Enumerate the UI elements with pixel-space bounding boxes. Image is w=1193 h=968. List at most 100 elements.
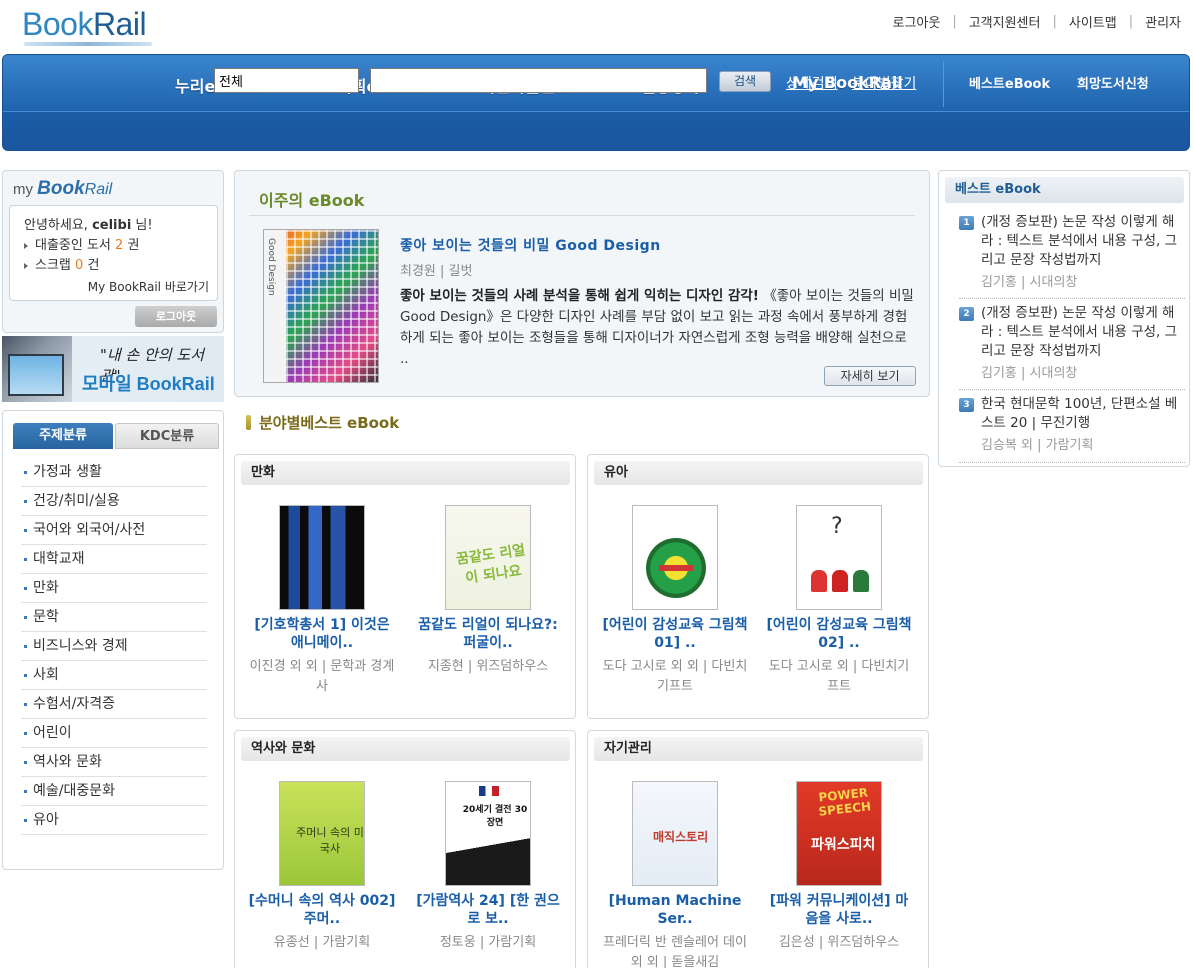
my-bookrail-title: my BookRail [13,178,112,200]
book-cover[interactable]: POWER SPEECH 파워스피치 [796,781,882,886]
book-author: 정토웅 | 가람기획 [439,935,537,950]
category-item[interactable]: 수험서/자격증 [21,690,207,719]
admin-link[interactable]: 관리자 [1145,12,1181,31]
loan-count: 2 [115,238,124,253]
tab-kdc[interactable]: KDC분류 [115,423,219,449]
field-box-title: 유아 [594,461,923,485]
scrap-count: 0 [75,258,84,273]
book-card[interactable]: 매직스토리 [Human Machine Ser.. 프레더릭 반 렌슬레어 데… [600,781,750,968]
book-cover[interactable]: 꿈같도 리얼이 되나요 [445,505,531,610]
book-title[interactable]: [Human Machine Ser.. [600,892,750,928]
gnb-search-row [3,111,1189,150]
category-tabs: 주제분류 KDC분류 [13,423,223,449]
category-item[interactable]: 문학 [21,603,207,632]
support-center-link[interactable]: 고객지원센터 [969,12,1041,31]
weekly-ebook-title: 이주의 eBook [259,191,365,210]
best-ebook-item[interactable]: 3 한국 현대문학 100년, 단편소설 베스트 20 | 무진기행 김승복 외… [959,395,1185,463]
my-bookrail-box: 안녕하세요, celibi 님! 대출중인 도서 2 권 스크랩 0 건 My … [9,205,218,301]
book-title[interactable]: [파워 커뮤니케이션] 마음을 사로.. [764,892,914,928]
field-box-title: 자기관리 [594,737,923,761]
best-ebook-item-author: 김기홍 | 시대의창 [981,275,1078,290]
book-cover[interactable] [632,505,718,610]
book-card[interactable]: [어린이 감성교육 그림책 01] .. 도다 고시로 외 외 | 다빈치기프트 [600,505,750,697]
rank-badge: 2 [959,307,974,321]
cover-text: 주머니 속의 미국사 [296,826,364,855]
search-scope-value: 전체 [219,75,243,90]
sitemap-link[interactable]: 사이트맵 [1069,12,1117,31]
advanced-search-link[interactable]: 상세검색 [786,73,838,93]
book-card[interactable]: POWER SPEECH 파워스피치 [파워 커뮤니케이션] 마음을 사로.. 김… [764,781,914,953]
category-item[interactable]: 대학교재 [21,545,207,574]
category-item[interactable]: 가정과 생활 [21,458,207,487]
logout-button[interactable]: 로그아웃 [135,306,217,327]
book-title[interactable]: [수머니 속의 역사 002] 주머.. [247,892,397,928]
tab-subject[interactable]: 주제분류 [13,423,113,449]
book-author: 이진경 외 외 | 문학과 경계사 [249,659,395,694]
best-ebook-title: 베스트 eBook [945,177,1184,203]
search-input[interactable] [370,68,707,93]
best-ebook-item-title[interactable]: (개정 증보판) 논문 작성 이렇게 해라 : 텍스트 분석에서 내용 구성, … [981,304,1185,361]
featured-book-cover[interactable]: Good Design [263,229,379,383]
logo-rail: Rail [92,6,147,42]
book-card[interactable]: 20세기 결전 30장면 [가람역사 24] [한 권으로 보.. 정토웅 | … [413,781,563,953]
logo-underline [24,42,152,46]
book-cover[interactable] [279,505,365,610]
field-box-title: 역사와 문화 [241,737,570,761]
book-cover[interactable]: ? [796,505,882,610]
scrap-status[interactable]: 스크랩 0 건 [24,254,99,273]
book-author: 도다 고시로 외 외 | 다빈치기프트 [602,659,748,694]
category-item[interactable]: 건강/취미/실용 [21,487,207,516]
cover-figure [853,570,869,592]
field-search-link[interactable]: 분야별찾기 [852,73,916,93]
divider [249,215,915,216]
category-item[interactable]: 비즈니스와 경제 [21,632,207,661]
search-button[interactable]: 검색 [719,71,771,92]
category-item[interactable]: 역사와 문화 [21,748,207,777]
featured-book-title[interactable]: 좋아 보이는 것들의 비밀 Good Design [400,235,661,255]
book-title[interactable]: [기호학총서 1] 이것은 애니메이.. [247,616,397,652]
cover-text: 20세기 결전 30장면 [462,805,528,828]
book-cover[interactable]: 주머니 속의 미국사 [279,781,365,886]
best-ebook-item[interactable]: 1 (개정 증보판) 논문 작성 이렇게 해라 : 텍스트 분석에서 내용 구성… [959,213,1185,299]
loan-status[interactable]: 대출중인 도서 2 권 [24,234,139,253]
cover-text: 파워스피치 [811,837,876,853]
util-separator: | [952,14,957,29]
book-card[interactable]: ? [어린이 감성교육 그림책 02] .. 도다 고시로 외 | 다빈치기프트 [764,505,914,697]
category-item[interactable]: 사회 [21,661,207,690]
best-ebook-item-title[interactable]: (개정 증보판) 논문 작성 이렇게 해라 : 텍스트 분석에서 내용 구성, … [981,213,1185,270]
best-ebook-panel: 베스트 eBook 1 (개정 증보판) 논문 작성 이렇게 해라 : 텍스트 … [938,170,1190,467]
book-title[interactable]: [가람역사 24] [한 권으로 보.. [413,892,563,928]
my-bookrail-panel: my BookRail 안녕하세요, celibi 님! 대출중인 도서 2 권… [2,170,224,333]
nav-wish-book[interactable]: 희망도서신청 [1077,73,1149,92]
logout-link[interactable]: 로그아웃 [892,12,940,31]
nav-best-ebook[interactable]: 베스트eBook [969,73,1050,92]
book-title[interactable]: 꿈같도 리얼이 되나요?: 퍼굴이.. [413,616,563,652]
book-card[interactable]: 주머니 속의 미국사 [수머니 속의 역사 002] 주머.. 유종선 | 가람… [247,781,397,953]
featured-book-author: 최경원 | 길벗 [400,264,473,279]
greeting-suffix: 님! [135,218,153,233]
category-item[interactable]: 만화 [21,574,207,603]
category-item[interactable]: 예술/대중문화 [21,777,207,806]
book-title[interactable]: [어린이 감성교육 그림책 01] .. [600,616,750,652]
phone-screen [8,354,64,396]
category-item[interactable]: 어린이 [21,719,207,748]
search-scope-select[interactable]: 전체 [214,68,359,93]
best-ebook-item-title[interactable]: 한국 현대문학 100년, 단편소설 베스트 20 | 무진기행 [981,395,1185,433]
book-cover[interactable]: 매직스토리 [632,781,718,886]
category-item[interactable]: 유아 [21,806,207,835]
bookrail-logo[interactable]: BookRail [22,6,147,42]
book-card[interactable]: [기호학총서 1] 이것은 애니메이.. 이진경 외 외 | 문학과 경계사 [247,505,397,697]
best-ebook-item[interactable]: 2 (개정 증보판) 논문 작성 이렇게 해라 : 텍스트 분석에서 내용 구성… [959,304,1185,390]
section-bar-icon [246,415,251,430]
best-ebook-item-author: 김기홍 | 시대의창 [981,366,1078,381]
my-bookrail-shortcut-link[interactable]: My BookRail 바로가기 [88,278,209,295]
book-author: 지종현 | 위즈덤하우스 [427,659,549,674]
book-card[interactable]: 꿈같도 리얼이 되나요 꿈같도 리얼이 되나요?: 퍼굴이.. 지종현 | 위즈… [413,505,563,677]
book-title[interactable]: [어린이 감성교육 그림책 02] .. [764,616,914,652]
category-item[interactable]: 국어와 외국어/사전 [21,516,207,545]
book-cover[interactable]: 20세기 결전 30장면 [445,781,531,886]
phone-image [2,336,72,402]
rank-badge: 1 [959,216,974,230]
view-detail-button[interactable]: 자세히 보기 [824,366,916,386]
mobile-bookrail-banner[interactable]: "내 손 안의 도서관" 모바일 BookRail [2,336,224,402]
